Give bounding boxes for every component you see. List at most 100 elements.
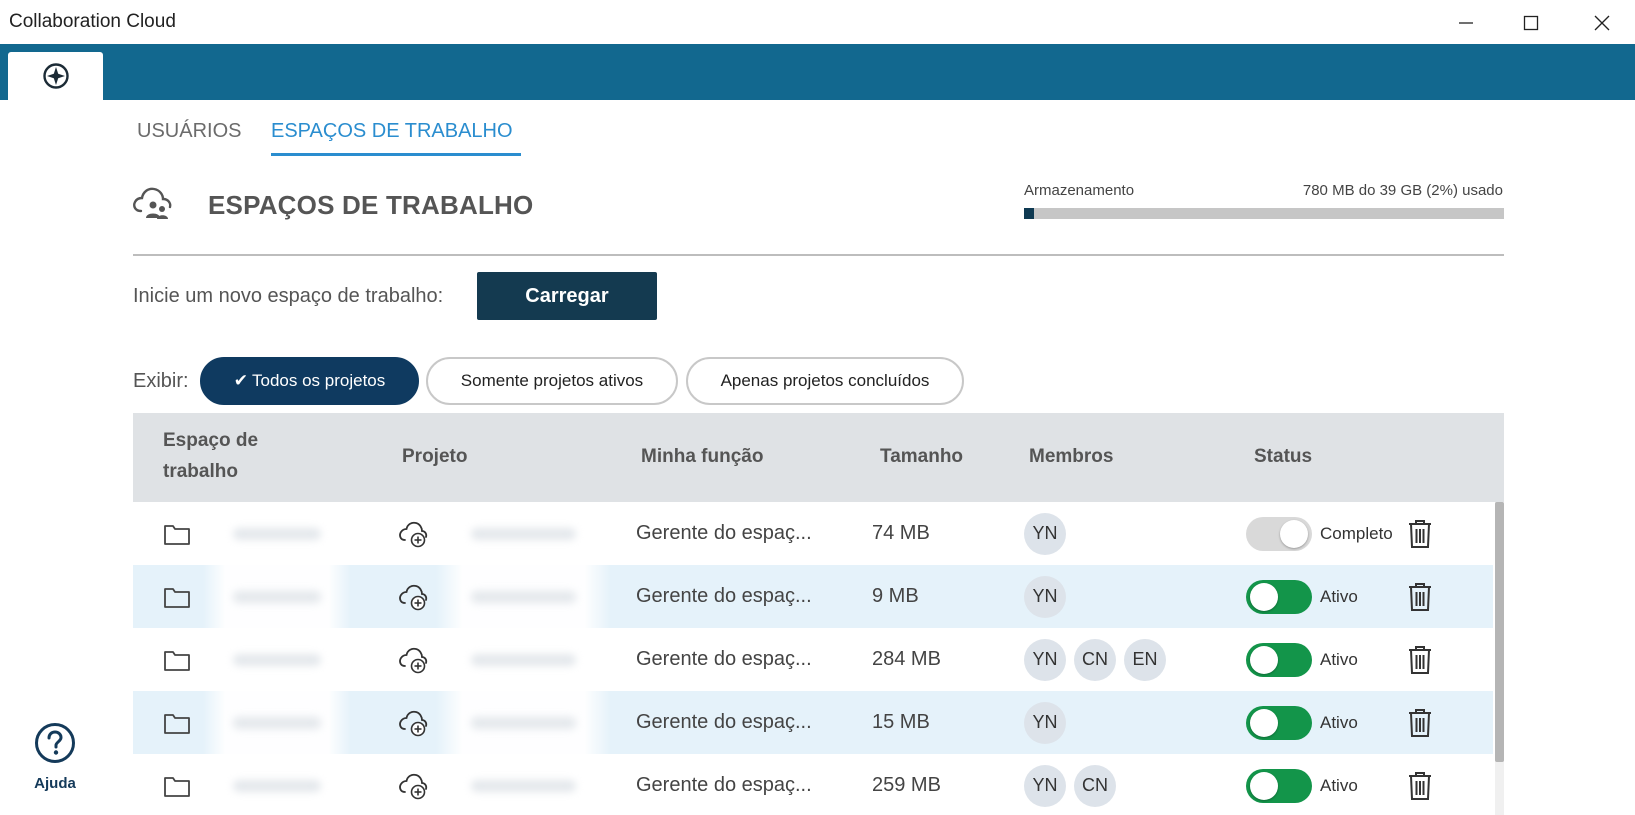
table-scrollbar[interactable] xyxy=(1495,502,1504,815)
status-cell: Completo xyxy=(1246,502,1393,565)
maximize-button[interactable] xyxy=(1508,6,1554,40)
column-header-members[interactable]: Membros xyxy=(1029,441,1113,472)
cloud-add-icon[interactable] xyxy=(397,565,429,628)
home-tab[interactable] xyxy=(8,52,103,100)
status-label: Ativo xyxy=(1320,712,1358,732)
help-button[interactable]: Ajuda xyxy=(30,722,80,792)
role-cell: Gerente do espaç... xyxy=(636,522,812,544)
status-toggle[interactable] xyxy=(1246,579,1312,614)
help-label: Ajuda xyxy=(34,775,76,792)
column-header-workspace-line2: trabalho xyxy=(163,461,238,482)
trash-icon[interactable] xyxy=(1407,565,1433,628)
filter-active-label: Somente projetos ativos xyxy=(460,371,644,390)
folder-icon xyxy=(163,628,191,691)
minimize-icon xyxy=(1459,22,1473,24)
member-avatar[interactable]: YN xyxy=(1024,512,1066,555)
redaction-smudge xyxy=(471,591,576,603)
size-cell: 284 MB xyxy=(872,648,941,670)
filter-completed-projects[interactable]: Apenas projetos concluídos xyxy=(686,357,964,405)
member-avatar[interactable]: YN xyxy=(1024,701,1066,744)
status-toggle[interactable] xyxy=(1246,768,1312,803)
filter-label: Exibir: xyxy=(133,370,189,392)
cloud-add-icon[interactable] xyxy=(397,691,429,754)
project-name-redacted[interactable] xyxy=(436,754,611,815)
project-name-redacted[interactable] xyxy=(436,628,611,691)
workspace-name-redacted[interactable] xyxy=(203,628,351,691)
tab-users[interactable]: USUÁRIOS xyxy=(137,120,241,143)
redaction-smudge xyxy=(471,654,576,666)
status-cell: Ativo xyxy=(1246,565,1358,628)
column-header-workspace[interactable]: Espaço de trabalho xyxy=(163,425,258,487)
compass-icon xyxy=(42,63,69,89)
redaction-smudge xyxy=(232,654,322,666)
folder-icon xyxy=(163,691,191,754)
role-cell: Gerente do espaç... xyxy=(636,774,812,796)
scrollbar-thumb[interactable] xyxy=(1495,502,1504,762)
upload-button[interactable]: Carregar xyxy=(477,272,657,320)
members-cell: YN CN EN xyxy=(1024,628,1174,691)
trash-icon[interactable] xyxy=(1407,502,1433,565)
table-row[interactable]: Gerente do espaç... 15 MB YN Ativo xyxy=(133,691,1493,754)
workspace-name-redacted[interactable] xyxy=(203,565,351,628)
toggle-knob xyxy=(1250,582,1278,611)
column-header-project[interactable]: Projeto xyxy=(402,441,467,472)
trash-icon[interactable] xyxy=(1407,691,1433,754)
status-toggle[interactable] xyxy=(1246,705,1312,740)
member-avatar[interactable]: EN xyxy=(1124,638,1166,681)
storage-label: Armazenamento xyxy=(1024,182,1135,199)
member-avatar[interactable]: CN xyxy=(1074,764,1116,807)
column-header-role[interactable]: Minha função xyxy=(641,441,763,472)
status-label: Ativo xyxy=(1320,775,1358,795)
project-name-redacted[interactable] xyxy=(436,565,611,628)
storage-progress-fill xyxy=(1024,208,1034,219)
filter-active-projects[interactable]: Somente projetos ativos xyxy=(426,357,678,405)
members-cell: YN xyxy=(1024,502,1074,565)
cloud-add-icon[interactable] xyxy=(397,502,429,565)
tab-workspaces[interactable]: ESPAÇOS DE TRABALHO xyxy=(271,120,513,143)
member-avatar[interactable]: YN xyxy=(1024,638,1066,681)
status-cell: Ativo xyxy=(1246,754,1358,815)
trash-icon[interactable] xyxy=(1407,754,1433,815)
filter-completed-label: Apenas projetos concluídos xyxy=(720,371,930,390)
member-avatar[interactable]: YN xyxy=(1024,575,1066,618)
redaction-smudge xyxy=(471,528,576,540)
redaction-smudge xyxy=(232,528,322,540)
close-button[interactable] xyxy=(1579,6,1625,40)
member-avatar[interactable]: CN xyxy=(1074,638,1116,681)
table-row[interactable]: Gerente do espaç... 9 MB YN Ativo xyxy=(133,565,1493,628)
size-cell: 9 MB xyxy=(872,585,919,607)
member-avatar[interactable]: YN xyxy=(1024,764,1066,807)
members-cell: YN xyxy=(1024,691,1074,754)
cloud-add-icon[interactable] xyxy=(397,754,429,815)
table-row[interactable]: Gerente do espaç... 259 MB YN CN Ativo xyxy=(133,754,1493,815)
redaction-smudge xyxy=(232,591,322,603)
trash-icon[interactable] xyxy=(1407,628,1433,691)
members-cell: YN CN xyxy=(1024,754,1124,815)
divider xyxy=(133,254,1504,256)
folder-icon xyxy=(163,565,191,628)
status-cell: Ativo xyxy=(1246,691,1358,754)
filter-all-projects[interactable]: ✔ Todos os projetos xyxy=(200,357,419,405)
table-row[interactable]: Gerente do espaç... 284 MB YN CN EN Ativo xyxy=(133,628,1493,691)
cloud-users-icon xyxy=(131,185,173,226)
status-toggle[interactable] xyxy=(1246,516,1312,551)
workspace-name-redacted[interactable] xyxy=(203,502,351,565)
status-toggle[interactable] xyxy=(1246,642,1312,677)
new-workspace-label: Inicie um novo espaço de trabalho: xyxy=(133,285,444,307)
members-cell: YN xyxy=(1024,565,1074,628)
project-name-redacted[interactable] xyxy=(436,502,611,565)
role-cell: Gerente do espaç... xyxy=(636,585,812,607)
workspace-name-redacted[interactable] xyxy=(203,754,351,815)
table-row[interactable]: Gerente do espaç... 74 MB YN Completo xyxy=(133,502,1493,565)
table-header: Espaço de trabalho Projeto Minha função … xyxy=(133,413,1504,502)
workspace-name-redacted[interactable] xyxy=(203,691,351,754)
role-cell: Gerente do espaç... xyxy=(636,711,812,733)
cloud-add-icon[interactable] xyxy=(397,628,429,691)
column-header-status[interactable]: Status xyxy=(1254,441,1312,472)
status-cell: Ativo xyxy=(1246,628,1358,691)
storage-progress-bar xyxy=(1024,208,1504,219)
redaction-smudge xyxy=(232,780,322,792)
project-name-redacted[interactable] xyxy=(436,691,611,754)
minimize-button[interactable] xyxy=(1443,6,1489,40)
column-header-size[interactable]: Tamanho xyxy=(880,441,963,472)
